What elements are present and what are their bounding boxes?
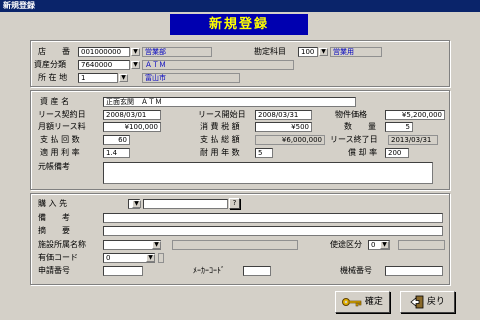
asset-class-label: 資産分類 (34, 60, 66, 69)
location-dropdown[interactable]: ▼ (119, 74, 128, 82)
location-label: 所 在 地 (38, 73, 68, 82)
life-label: 耐 用 年 数 (200, 148, 240, 157)
key-icon (342, 297, 362, 306)
depr-label: 償 却 率 (348, 148, 378, 157)
tax-label: 消 費 税 額 (200, 122, 240, 131)
tax-field[interactable]: ¥500 (255, 122, 312, 132)
monthly-fee-field[interactable]: ¥100,000 (103, 122, 161, 132)
lease-end-field: 2013/03/31 (388, 135, 438, 145)
lease-contract-field[interactable]: 2008/03/01 (103, 110, 161, 120)
remark-label: 備 考 (38, 213, 70, 222)
apply-field[interactable] (103, 266, 143, 276)
summary-label: 摘 要 (38, 226, 70, 235)
valuable-dropdown[interactable]: ▼ (146, 254, 155, 262)
lease-contract-label: リース契約日 (38, 110, 86, 119)
account-dropdown[interactable]: ▼ (319, 48, 328, 56)
asset-class-name: ＡＴＭ (142, 60, 294, 70)
back-label: 戻り (426, 297, 445, 307)
depr-field[interactable]: 200 (385, 148, 409, 158)
remark-field[interactable] (103, 213, 443, 223)
summary-field[interactable] (103, 226, 443, 236)
store-name: 営業部 (142, 47, 212, 57)
purchase-label: 購 入 先 (38, 199, 68, 208)
apply-label: 申請番号 (38, 266, 70, 275)
account-field[interactable]: 100 (298, 47, 318, 57)
asset-class-field[interactable]: 7640000 (78, 60, 130, 70)
window-title-bar: 新規登録 (0, 0, 480, 12)
purchase-name-field[interactable] (143, 199, 228, 209)
model-field[interactable] (385, 266, 443, 276)
location-name: 富山市 (142, 73, 240, 83)
payments-label: 支 払 回 数 (40, 135, 80, 144)
facility-label: 施設所属名称 (38, 240, 86, 249)
purchase-search-button[interactable]: ? (229, 198, 240, 209)
quantity-label: 数 量 (344, 122, 376, 131)
asset-name-field[interactable]: 正面玄関 ＡＴＭ (103, 97, 356, 107)
store-field[interactable]: 001000000 (78, 47, 130, 57)
total-field: ¥6,000,000 (255, 135, 325, 145)
account-label: 勘定科目 (254, 47, 286, 56)
property-price-field[interactable]: ¥5,200,000 (385, 110, 445, 120)
rate-field[interactable]: 1.4 (103, 148, 130, 158)
store-label: 店 番 (38, 47, 70, 56)
asset-name-label: 資 産 名 (40, 97, 70, 106)
page-title: 新規登録 (170, 14, 308, 35)
asset-class-dropdown[interactable]: ▼ (131, 61, 140, 69)
account-name: 営業用 (330, 47, 382, 57)
monthly-fee-label: 月額リース料 (38, 122, 86, 131)
life-field[interactable]: 5 (255, 148, 273, 158)
usage-dropdown[interactable]: ▼ (380, 241, 389, 249)
total-label: 支 払 総 額 (200, 135, 240, 144)
facility-dropdown[interactable]: ▼ (152, 241, 161, 249)
back-button[interactable]: 戻り (400, 291, 455, 313)
note-label: 元帳備考 (38, 162, 70, 171)
location-field[interactable]: 1 (78, 73, 118, 83)
model-label: 機械番号 (340, 266, 372, 275)
store-dropdown[interactable]: ▼ (131, 48, 140, 56)
purchase-dropdown[interactable]: ▼ (132, 200, 141, 208)
maker-field[interactable] (243, 266, 271, 276)
property-price-label: 物件価格 (335, 110, 367, 119)
valuable-name (158, 253, 164, 263)
confirm-button[interactable]: 確定 (335, 291, 390, 313)
quantity-field[interactable]: 5 (385, 122, 413, 132)
facility-name (172, 240, 298, 250)
usage-label: 使途区分 (330, 240, 362, 249)
payments-field[interactable]: 60 (103, 135, 130, 145)
confirm-label: 確定 (364, 297, 383, 307)
note-field[interactable] (103, 162, 433, 184)
lease-start-label: リース開始日 (198, 110, 246, 119)
usage-name (398, 240, 445, 250)
maker-label: ﾒｰｶｰｺｰﾄﾞ (193, 266, 225, 275)
lease-end-label: リース終了日 (330, 135, 378, 144)
lease-start-field[interactable]: 2008/03/31 (255, 110, 312, 120)
valuable-label: 有価コード (38, 253, 78, 262)
rate-label: 適 用 利 率 (40, 148, 80, 157)
exit-door-icon (410, 295, 424, 308)
